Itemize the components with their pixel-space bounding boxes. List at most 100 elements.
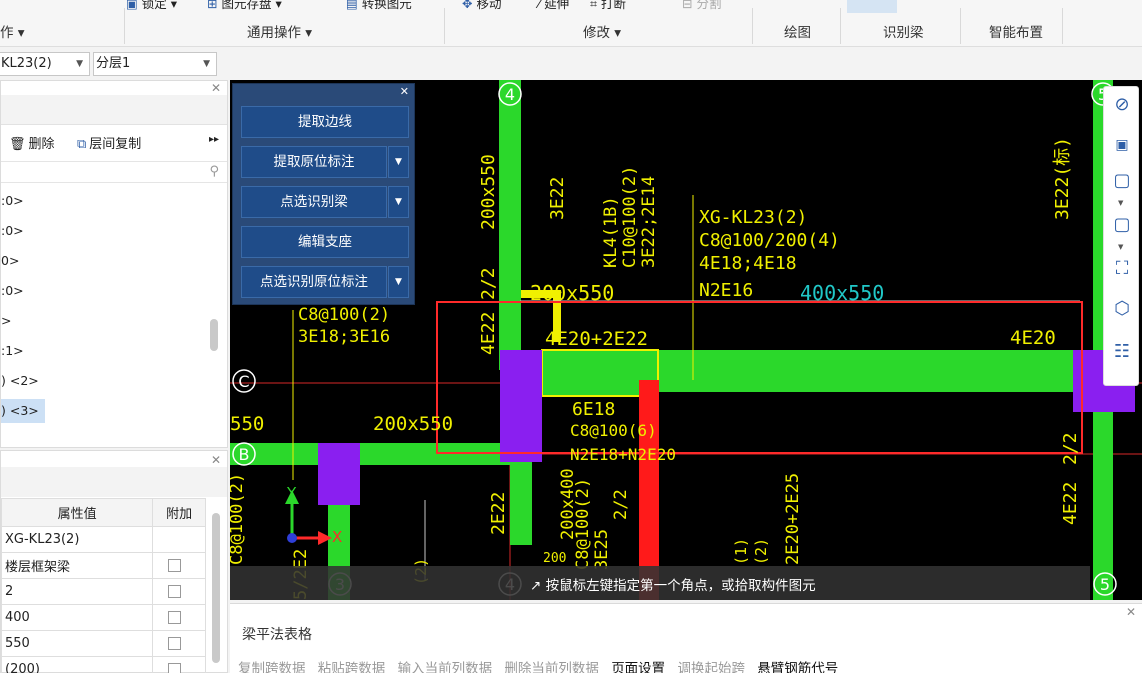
pick-cursor-icon: ↗ — [530, 578, 542, 594]
annotation-text: N2E18+N2E20 — [570, 445, 676, 464]
annotation-text: C10@100(2) — [620, 166, 640, 268]
chevron-down-icon[interactable]: ▼ — [388, 266, 409, 298]
annotation-text: (1) — [732, 538, 750, 565]
box-solid-icon[interactable]: ▢ — [1112, 215, 1132, 235]
extract-annotation-button[interactable]: 提取原位标注 — [241, 146, 387, 178]
view-list-icon[interactable]: ☷ — [1112, 342, 1132, 362]
pick-recognize-annotation-button[interactable]: 点选识别原位标注 — [241, 266, 387, 298]
checkbox[interactable] — [168, 611, 182, 624]
checkbox[interactable] — [168, 663, 182, 673]
fit-view-icon[interactable]: ⛶ — [1112, 259, 1132, 279]
chevron-down-icon[interactable]: ▼ — [388, 146, 409, 178]
annotation-text: 3E22(标) — [1052, 137, 1073, 220]
close-icon[interactable]: ✕ — [211, 81, 221, 95]
ribbon-group-smart-layout[interactable]: 智能布置 — [989, 21, 1043, 41]
extend-button[interactable]: ⁄ 延伸 — [538, 0, 569, 12]
extra-cell — [152, 604, 206, 631]
ribbon-separator — [1062, 8, 1063, 44]
view-3d-icon[interactable]: ▣ — [1112, 135, 1132, 155]
copy-between-floors-button[interactable]: ⧉ 层间复制 — [77, 133, 141, 152]
split-icon: ⊟ — [682, 0, 693, 11]
chevron-down-icon[interactable]: ▼ — [1118, 243, 1123, 251]
scrollbar[interactable] — [212, 513, 220, 663]
edit-support-button[interactable]: 编辑支座 — [241, 226, 409, 258]
list-item[interactable]: :0> — [1, 279, 24, 303]
pick-recognize-beam-button[interactable]: 点选识别梁 — [241, 186, 387, 218]
trash-icon: 🗑 — [9, 137, 26, 152]
page-setup-button[interactable]: 页面设置 — [611, 661, 665, 673]
property-value[interactable]: 550 — [0, 630, 154, 657]
break-button[interactable]: ⌗ 打断 — [590, 0, 626, 12]
close-icon[interactable]: ✕ — [211, 453, 221, 467]
more-icon[interactable]: ▸▸ — [209, 134, 219, 145]
table-row: 550 — [0, 630, 206, 657]
extra-cell — [152, 630, 206, 657]
ribbon-separator — [752, 8, 753, 44]
ribbon-group-left[interactable]: 作 ▾ — [0, 21, 25, 41]
property-value[interactable]: 400 — [0, 604, 154, 631]
cantilever-code-button[interactable]: 悬臂钢筋代号 — [757, 661, 838, 673]
chevron-down-icon[interactable]: ▼ — [1118, 199, 1123, 207]
paste-span-data-button[interactable]: 粘贴跨数据 — [318, 661, 386, 673]
property-value[interactable]: (200) — [0, 656, 154, 673]
panel-title: 梁平法表格 — [242, 627, 312, 643]
copy-span-data-button[interactable]: 复制跨数据 — [238, 661, 306, 673]
list-item[interactable]: > — [1, 309, 11, 333]
annotation-text: 3E18;3E16 — [298, 327, 390, 347]
column[interactable] — [500, 350, 542, 462]
annotation-text: 6E18 — [572, 399, 615, 420]
move-button[interactable]: ✥ 移动 — [462, 0, 501, 12]
list-item[interactable]: ) <2> — [1, 369, 39, 393]
orbit-icon[interactable]: ⊘ — [1112, 95, 1132, 115]
search-input[interactable]: ⚲ — [1, 161, 227, 183]
layer-select[interactable]: 分层1 ▼ — [93, 52, 217, 76]
annotation-text: 3E22;2E14 — [639, 176, 659, 268]
lock-button[interactable]: ▣ 锁定 ▾ — [126, 0, 177, 12]
property-value[interactable]: 2 — [0, 578, 154, 605]
property-value[interactable]: XG-KL23(2) — [0, 526, 154, 553]
list-item[interactable]: :1> — [1, 339, 24, 363]
checkbox[interactable] — [168, 559, 182, 572]
convert-element-button[interactable]: ▤ 转换图元 — [346, 0, 412, 12]
list-item-selected[interactable]: ) <3> — [1, 399, 45, 423]
extract-edge-button[interactable]: 提取边线 — [241, 106, 409, 138]
element-select[interactable]: KL23(2) ▼ — [0, 52, 90, 76]
ribbon-group-recognize-beam[interactable]: 识别梁 — [883, 21, 924, 41]
close-icon[interactable]: ✕ — [1126, 605, 1136, 619]
ribbon-group-modify[interactable]: 修改 ▾ — [583, 21, 621, 41]
ribbon-separator — [840, 8, 841, 44]
annotation-text: C8@100(2) — [298, 305, 390, 325]
axis-bubble[interactable]: C — [232, 369, 256, 393]
checkbox[interactable] — [168, 637, 182, 650]
scrollbar[interactable] — [210, 319, 218, 351]
list-item[interactable]: :0> — [1, 189, 24, 213]
annotation-text: 2/2 — [611, 489, 631, 520]
ribbon-group-general[interactable]: 通用操作 ▾ — [247, 21, 312, 41]
list-item[interactable]: :0> — [1, 219, 24, 243]
annotation-text: 2E22 — [488, 492, 509, 535]
element-list-panel: ✕ 🗑 删除 ⧉ 层间复制 ▸▸ ⚲ :0> :0> 0> :0> > :1> ) … — [0, 80, 228, 448]
swap-start-span-button[interactable]: 调换起始跨 — [677, 661, 745, 673]
split-button[interactable]: ⊟ 分割 — [682, 0, 721, 12]
checkbox[interactable] — [168, 585, 182, 598]
annotation-text: 4E22 — [478, 312, 499, 355]
table-row: 2 — [0, 578, 206, 605]
list-item[interactable]: 0> — [1, 249, 19, 273]
close-icon[interactable]: ✕ — [400, 85, 409, 98]
convert-icon: ▤ — [346, 0, 358, 11]
delete-button[interactable]: 🗑 删除 — [9, 133, 55, 152]
property-value[interactable]: 楼层框架梁 — [0, 552, 154, 579]
annotation-text: 3E22 — [547, 177, 568, 220]
delete-column-data-button[interactable]: 删除当前列数据 — [504, 661, 599, 673]
ribbon-group-draw[interactable]: 绘图 — [784, 21, 811, 41]
save-element-button[interactable]: ⊞ 图元存盘 ▾ — [207, 0, 282, 12]
column[interactable] — [318, 443, 360, 505]
view-toolbar: ⊘ ▣ ▢ ▼ ▢ ▼ ⛶ ⬡ ☷ — [1103, 86, 1139, 386]
chevron-down-icon[interactable]: ▼ — [388, 186, 409, 218]
box-view-icon[interactable]: ▢ — [1112, 171, 1132, 191]
beam-table-toolbar: 复制跨数据 粘贴跨数据 输入当前列数据 删除当前列数据 页面设置 调换起始跨 悬… — [238, 657, 1142, 673]
col-header-value: 属性值 — [0, 498, 154, 527]
input-column-data-button[interactable]: 输入当前列数据 — [398, 661, 493, 673]
component-view-icon[interactable]: ⬡ — [1112, 299, 1132, 319]
beam-vertical[interactable] — [499, 80, 521, 370]
